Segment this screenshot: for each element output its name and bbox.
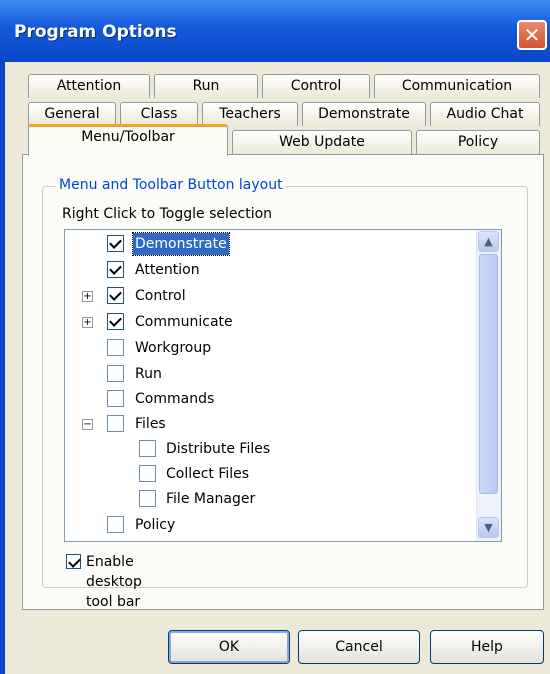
tree-item-label: Policy <box>135 517 176 533</box>
title-bar[interactable]: Program Options ✕ <box>0 0 550 62</box>
checkbox-control[interactable] <box>107 287 124 304</box>
window-frame <box>0 62 5 674</box>
tree-item-label: Communicate <box>135 314 233 330</box>
tab-teachers[interactable]: Teachers <box>202 102 298 126</box>
tree-item-label: File Manager <box>166 491 256 507</box>
help-button[interactable]: Help <box>430 630 544 664</box>
tree-item-label: Control <box>135 288 186 304</box>
tree-item-files[interactable]: − Files <box>65 413 475 435</box>
program-options-window: Program Options ✕ Attention Run Control … <box>0 0 550 674</box>
tree-item-workgroup[interactable]: Workgroup <box>65 337 475 359</box>
button-tree-list[interactable]: Demonstrate Attention + Control + Commun… <box>64 229 502 542</box>
toggle-hint: Right Click to Toggle selection <box>62 206 273 222</box>
tree-item-demonstrate[interactable]: Demonstrate <box>65 232 475 256</box>
tab-policy[interactable]: Policy <box>416 130 540 154</box>
tree-item-label: Files <box>135 416 166 432</box>
checkbox-commands[interactable] <box>107 390 124 407</box>
tree-item-label: Collect Files <box>166 466 250 482</box>
collapse-minus-icon[interactable]: − <box>82 419 93 430</box>
tree-item-run[interactable]: Run <box>65 363 475 385</box>
checkbox-enable-desktop-toolbar[interactable] <box>66 554 81 569</box>
close-icon[interactable]: ✕ <box>517 20 547 50</box>
cancel-button[interactable]: Cancel <box>298 630 420 664</box>
tree-item-label: Attention <box>135 262 200 278</box>
tab-communication[interactable]: Communication <box>374 74 540 98</box>
checkbox-attention[interactable] <box>107 261 124 278</box>
tree-item-distribute-files[interactable]: Distribute Files <box>65 438 475 460</box>
tree-item-communicate[interactable]: + Communicate <box>65 311 475 333</box>
tree-item-label: Workgroup <box>135 340 212 356</box>
checkbox-distribute-files[interactable] <box>139 440 156 457</box>
scroll-down-icon[interactable]: ▼ <box>478 517 499 538</box>
expand-plus-icon[interactable]: + <box>82 317 93 328</box>
group-title: Menu and Toolbar Button layout <box>56 177 286 193</box>
checkbox-collect-files[interactable] <box>139 465 156 482</box>
checkbox-file-manager[interactable] <box>139 490 156 507</box>
tab-attention[interactable]: Attention <box>28 74 150 98</box>
ok-button[interactable]: OK <box>168 630 290 664</box>
tab-menu-toolbar[interactable]: Menu/Toolbar <box>28 124 228 156</box>
tree-item-label: Run <box>135 366 162 382</box>
tree-item-label: Commands <box>135 391 215 407</box>
checkbox-communicate[interactable] <box>107 313 124 330</box>
tab-audio-chat[interactable]: Audio Chat <box>430 102 540 126</box>
tab-web-update[interactable]: Web Update <box>232 130 412 154</box>
tree-item-attention[interactable]: Attention <box>65 259 475 281</box>
tab-general[interactable]: General <box>28 102 116 126</box>
checkbox-run[interactable] <box>107 365 124 382</box>
tree-item-collect-files[interactable]: Collect Files <box>65 463 475 485</box>
checkbox-workgroup[interactable] <box>107 339 124 356</box>
tree-item-label: Distribute Files <box>166 441 271 457</box>
tree-item-commands[interactable]: Commands <box>65 388 475 410</box>
scroll-up-icon[interactable]: ▲ <box>478 231 499 252</box>
scroll-thumb[interactable] <box>479 254 498 494</box>
tree-item-policy[interactable]: Policy <box>65 514 475 536</box>
tab-demonstrate[interactable]: Demonstrate <box>302 102 426 126</box>
tree-item-file-manager[interactable]: File Manager <box>65 488 475 510</box>
tab-run[interactable]: Run <box>154 74 258 98</box>
checkbox-policy[interactable] <box>107 516 124 533</box>
enable-desktop-toolbar-label: Enable desktop tool bar <box>86 554 142 610</box>
tree-item-control[interactable]: + Control <box>65 285 475 307</box>
tree-item-label: Demonstrate <box>132 232 230 256</box>
tab-class[interactable]: Class <box>120 102 198 126</box>
checkbox-files[interactable] <box>107 415 124 432</box>
vertical-scrollbar[interactable]: ▲ ▼ <box>476 230 501 541</box>
window-title: Program Options <box>14 22 177 42</box>
expand-plus-icon[interactable]: + <box>82 291 93 302</box>
checkbox-demonstrate[interactable] <box>107 235 124 252</box>
tab-control[interactable]: Control <box>262 74 370 98</box>
